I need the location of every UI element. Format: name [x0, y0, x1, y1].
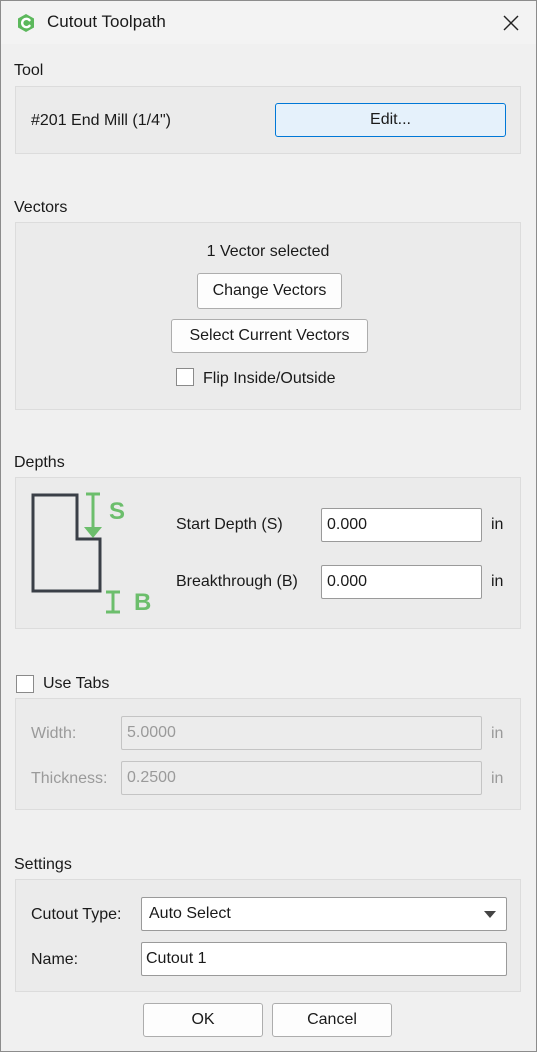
tab-width-label: Width: [31, 725, 77, 742]
settings-section-label: Settings [14, 856, 72, 873]
cutout-type-value: Auto Select [149, 905, 231, 922]
start-depth-label: Start Depth (S) [176, 516, 283, 533]
change-vectors-button[interactable]: Change Vectors [197, 273, 342, 309]
start-depth-marker: S [109, 498, 126, 525]
tab-thickness-label: Thickness: [31, 770, 108, 787]
tool-name: #201 End Mill (1/4") [31, 112, 171, 129]
tab-thickness-input[interactable] [121, 761, 482, 795]
chevron-down-icon [484, 911, 496, 918]
vector-selection-status: 1 Vector selected [206, 243, 330, 260]
cancel-button[interactable]: Cancel [272, 1003, 392, 1037]
cutout-type-label: Cutout Type: [31, 906, 122, 923]
tab-thickness-unit: in [491, 770, 504, 787]
tool-section-label: Tool [14, 62, 44, 79]
breakthrough-marker: B [134, 589, 152, 616]
tool-group: #201 End Mill (1/4") Edit... [15, 86, 521, 154]
tabs-group: Width: in Thickness: in [15, 698, 521, 810]
name-label: Name: [31, 951, 79, 968]
close-icon [503, 15, 519, 31]
app-logo-icon [18, 14, 34, 32]
start-depth-unit: in [491, 516, 504, 533]
window-title: Cutout Toolpath [47, 12, 166, 31]
toolpath-name-input[interactable] [141, 942, 507, 976]
settings-group: Cutout Type: Auto Select Name: [15, 879, 521, 992]
title-bar: Cutout Toolpath [1, 1, 536, 44]
vectors-group: 1 Vector selected Change Vectors Select … [15, 222, 521, 410]
select-current-vectors-button[interactable]: Select Current Vectors [171, 319, 368, 353]
close-button[interactable] [491, 7, 531, 39]
flip-inside-outside-label: Flip Inside/Outside [203, 370, 336, 387]
depths-group: S B Start Depth (S) in Breakthrough (B) … [15, 477, 521, 629]
cutout-type-select[interactable]: Auto Select [141, 897, 507, 931]
breakthrough-input[interactable] [321, 565, 482, 599]
depth-diagram [31, 492, 120, 614]
vectors-section-label: Vectors [14, 199, 68, 216]
tab-width-unit: in [491, 725, 504, 742]
start-depth-input[interactable] [321, 508, 482, 542]
depths-section-label: Depths [14, 454, 65, 471]
flip-inside-outside-checkbox[interactable] [176, 368, 194, 386]
breakthrough-label: Breakthrough (B) [176, 573, 298, 590]
use-tabs-label: Use Tabs [43, 675, 110, 692]
breakthrough-unit: in [491, 573, 504, 590]
ok-button[interactable]: OK [143, 1003, 263, 1037]
use-tabs-checkbox[interactable] [16, 675, 34, 693]
tab-width-input[interactable] [121, 716, 482, 750]
edit-tool-button[interactable]: Edit... [275, 103, 506, 137]
